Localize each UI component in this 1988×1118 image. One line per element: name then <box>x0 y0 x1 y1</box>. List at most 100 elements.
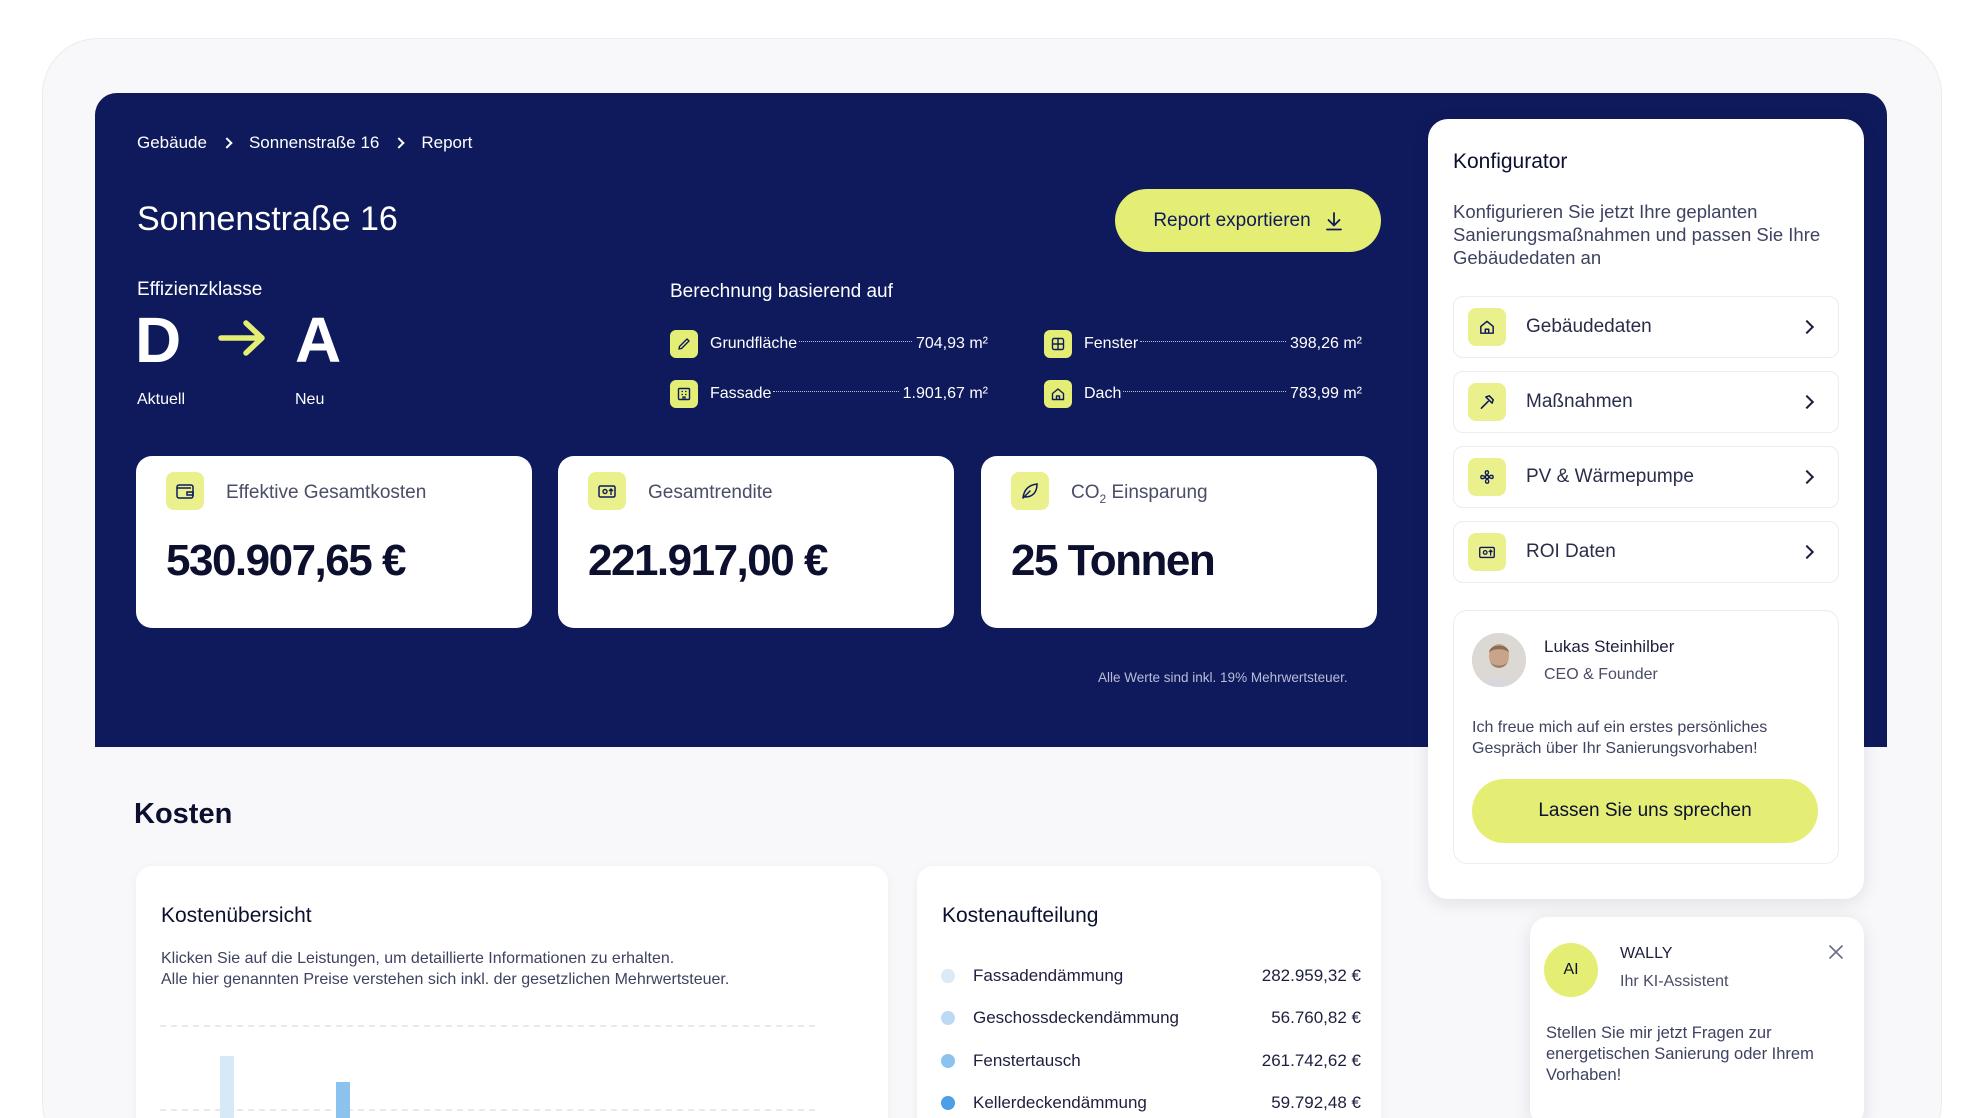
area-value: 1.901,67 m² <box>902 385 988 402</box>
area-name: Grundfläche <box>710 335 798 352</box>
fan-icon <box>1468 458 1506 496</box>
cost-overview-chart <box>160 1025 820 1118</box>
window-icon <box>1044 330 1072 358</box>
contact-cta-button[interactable]: Lassen Sie uns sprechen <box>1472 779 1818 843</box>
legend-name: Fenstertausch <box>973 1051 1081 1070</box>
card-title: Kostenübersicht <box>161 904 312 927</box>
configurator-item-label: ROI Daten <box>1526 541 1616 562</box>
export-report-label: Report exportieren <box>1153 209 1311 231</box>
chevron-right-icon <box>1799 544 1815 560</box>
efficiency-current-label: Aktuell <box>137 391 186 408</box>
configurator-item-roi-data[interactable]: ROI Daten <box>1453 521 1839 583</box>
chevron-right-icon <box>393 137 406 149</box>
area-value: 783,99 m² <box>1289 385 1362 402</box>
kpi-label: Effektive Gesamtkosten <box>226 482 427 503</box>
assistant-role: Ihr KI-Assistent <box>1620 973 1729 990</box>
legend-name: Kellerdeckendämmung <box>973 1093 1147 1112</box>
chevron-right-icon <box>1799 469 1815 485</box>
configurator-item-pv-heatpump[interactable]: PV & Wärmepumpe <box>1453 446 1839 508</box>
legend-row[interactable]: Fenstertausch 261.742,62 € <box>941 1051 1361 1071</box>
legend-dot <box>941 969 955 983</box>
breadcrumb-item-gebaeude[interactable]: Gebäude <box>137 133 207 153</box>
area-row-dach: Dach 783,99 m² <box>1044 380 1362 408</box>
kpi-label: CO2 Einsparung <box>1071 482 1208 506</box>
chart-bar[interactable] <box>336 1082 350 1118</box>
ai-avatar: AI <box>1544 943 1598 997</box>
area-row-grundflaeche: Grundfläche 704,93 m² <box>670 330 988 358</box>
legend-value: 56.760,82 € <box>1271 1008 1361 1027</box>
area-row-fenster: Fenster 398,26 m² <box>1044 330 1362 358</box>
facade-icon <box>670 380 698 408</box>
card-title: Kostenaufteilung <box>942 904 1099 927</box>
legend-dot <box>941 1011 955 1025</box>
kpi-value: 530.907,65 € <box>166 536 406 585</box>
wallet-icon <box>166 472 204 510</box>
efficiency-label: Effizienzklasse <box>137 279 263 300</box>
area-value: 398,26 m² <box>1289 335 1362 352</box>
kpi-card-total-costs: Effektive Gesamtkosten 530.907,65 € <box>136 456 532 628</box>
section-title-costs: Kosten <box>134 798 233 830</box>
export-report-button[interactable]: Report exportieren <box>1115 189 1381 252</box>
configurator-item-measures[interactable]: Maßnahmen <box>1453 371 1839 433</box>
area-value: 704,93 m² <box>915 335 988 352</box>
efficiency-current-class: D <box>135 304 182 376</box>
card-description: Klicken Sie auf die Leistungen, um detai… <box>161 950 730 988</box>
breadcrumb-item-building[interactable]: Sonnenstraße 16 <box>249 133 379 153</box>
hammer-icon <box>1468 383 1506 421</box>
area-name: Fenster <box>1084 335 1139 352</box>
efficiency-new-label: Neu <box>295 391 325 408</box>
configurator-item-building-data[interactable]: Gebäudedaten <box>1453 296 1839 358</box>
kpi-value: 221.917,00 € <box>588 536 828 585</box>
vat-note: Alle Werte sind inkl. 19% Mehrwertsteuer… <box>1098 670 1348 685</box>
legend-value: 282.959,32 € <box>1261 966 1361 985</box>
page-title: Sonnenstraße 16 <box>137 200 398 238</box>
area-name: Dach <box>1084 385 1122 402</box>
configurator-title: Konfigurator <box>1453 150 1568 173</box>
chevron-right-icon <box>1799 319 1815 335</box>
configurator-panel: Konfigurator Konfigurieren Sie jetzt Ihr… <box>1428 119 1864 899</box>
assistant-name: WALLY <box>1620 945 1673 962</box>
legend-dot <box>941 1096 955 1110</box>
area-name: Fassade <box>710 385 772 402</box>
cost-overview-card: Kostenübersicht Klicken Sie auf die Leis… <box>136 866 888 1118</box>
ai-assistant-card: AI WALLY Ihr KI-Assistent Stellen Sie mi… <box>1530 917 1864 1118</box>
kpi-card-co2-savings: CO2 Einsparung 25 Tonnen <box>981 456 1377 628</box>
download-icon <box>1325 211 1342 230</box>
house-icon <box>1468 308 1506 346</box>
efficiency-new-class: A <box>295 304 342 376</box>
breadcrumb: Gebäude Sonnenstraße 16 Report <box>137 133 472 153</box>
area-row-fassade: Fassade 1.901,67 m² <box>670 380 988 408</box>
breadcrumb-item-report[interactable]: Report <box>421 133 472 153</box>
configurator-item-label: PV & Wärmepumpe <box>1526 466 1694 487</box>
configurator-item-label: Maßnahmen <box>1526 391 1633 412</box>
legend-row[interactable]: Fassadendämmung 282.959,32 € <box>941 966 1361 986</box>
legend-value: 261.742,62 € <box>1261 1051 1361 1070</box>
contact-card: Lukas Steinhilber CEO & Founder Ich freu… <box>1453 610 1839 864</box>
house-icon <box>1044 380 1072 408</box>
contact-message: Ich freue mich auf ein erstes persönlich… <box>1472 719 1768 757</box>
cost-breakdown-card: Kostenaufteilung Fassadendämmung 282.959… <box>917 866 1381 1118</box>
close-icon[interactable] <box>1827 943 1845 961</box>
money-return-icon <box>1468 533 1506 571</box>
legend-value: 59.792,48 € <box>1271 1093 1361 1112</box>
legend-name: Fassadendämmung <box>973 966 1124 985</box>
contact-name: Lukas Steinhilber <box>1544 637 1675 656</box>
assistant-message: Stellen Sie mir jetzt Fragen zur energet… <box>1546 1024 1814 1084</box>
kpi-card-total-return: Gesamtrendite 221.917,00 € <box>558 456 954 628</box>
legend-row[interactable]: Geschossdeckendämmung 56.760,82 € <box>941 1008 1361 1028</box>
configurator-description: Konfigurieren Sie jetzt Ihre geplanten S… <box>1453 201 1821 268</box>
chevron-right-icon <box>1799 394 1815 410</box>
kpi-label: Gesamtrendite <box>648 482 773 503</box>
legend-row[interactable]: Kellerdeckendämmung 59.792,48 € <box>941 1093 1361 1113</box>
contact-role: CEO & Founder <box>1544 666 1658 683</box>
dotted-leader <box>773 380 899 392</box>
dotted-leader <box>1140 330 1286 342</box>
legend-name: Geschossdeckendämmung <box>973 1008 1180 1027</box>
kpi-value: 25 Tonnen <box>1011 536 1216 585</box>
calculation-label: Berechnung basierend auf <box>670 281 893 302</box>
configurator-item-label: Gebäudedaten <box>1526 316 1652 337</box>
legend-dot <box>941 1054 955 1068</box>
chart-bar[interactable] <box>220 1056 234 1118</box>
dotted-leader <box>1123 380 1286 392</box>
avatar <box>1472 633 1526 687</box>
